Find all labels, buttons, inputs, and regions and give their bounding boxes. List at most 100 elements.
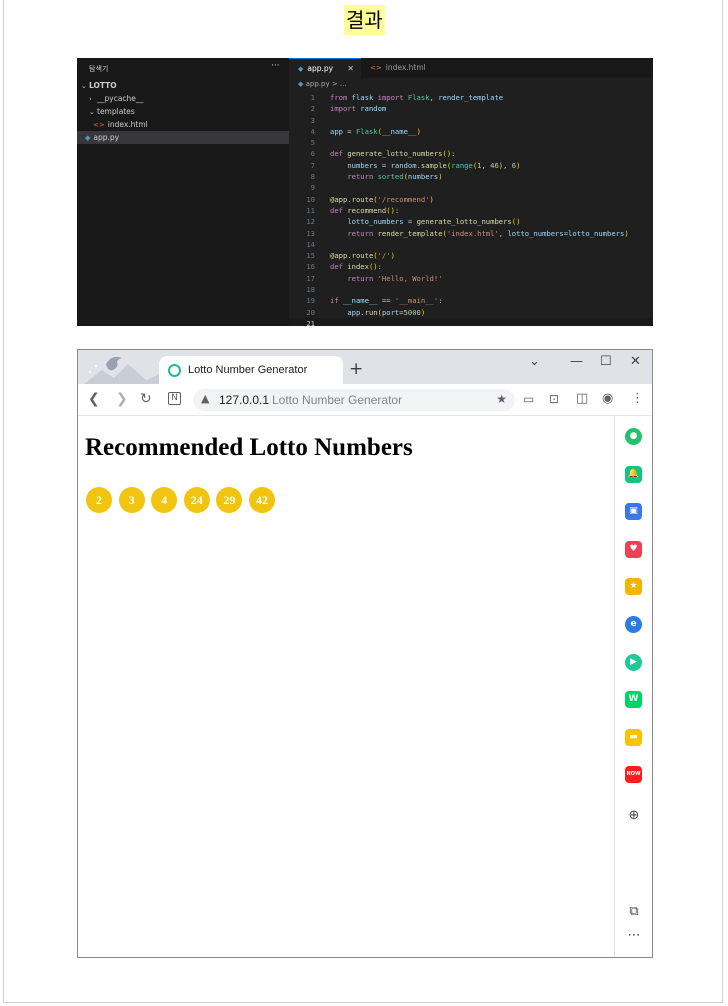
address-bar[interactable]: ▲ 127.0.0.1 Lotto Number Generator ★ <box>193 389 515 411</box>
tab-index-html[interactable]: <> index.html <box>361 58 436 78</box>
play-app-icon[interactable]: ▶ <box>625 653 642 671</box>
line-number: 21 <box>306 318 315 326</box>
code-line[interactable]: 16 def index(): <box>289 261 653 272</box>
tree-item-label: LOTTO <box>89 81 117 90</box>
new-tab-button[interactable]: + <box>349 359 363 379</box>
tree-item[interactable]: › __pycache__ <box>77 92 289 105</box>
bell-app-icon[interactable]: 🔔 <box>625 465 642 483</box>
app-glyph: e <box>630 619 637 629</box>
code-line[interactable]: 13 return render_template('index.html', … <box>289 228 653 239</box>
code-line[interactable]: 11 def recommend(): <box>289 205 653 216</box>
naver-icon[interactable]: N <box>168 392 181 405</box>
app-glyph: NOW <box>626 771 641 778</box>
code-text: numbers = random.sample(range(1, 46), 6) <box>347 160 521 170</box>
minimize-icon[interactable]: — <box>570 354 583 370</box>
page-viewport: Recommended Lotto Numbers 2 3 4 24 29 42 <box>78 416 614 957</box>
code-line[interactable]: 20 app.run(port=5000) <box>289 307 653 318</box>
now-app-icon[interactable]: NOW <box>625 766 642 784</box>
video-icon[interactable]: ▭ <box>523 390 534 408</box>
line-number: 9 <box>310 183 315 193</box>
line-number: 3 <box>310 115 315 125</box>
code-line[interactable]: 21 <box>289 317 653 326</box>
favorite-star-icon[interactable]: ★ <box>496 392 507 406</box>
line-number: 16 <box>306 262 315 272</box>
code-line[interactable]: 5 <box>289 137 653 148</box>
tree-item[interactable]: ⌄ LOTTO <box>77 79 289 92</box>
explorer-more-icon[interactable]: ··· <box>271 61 280 71</box>
star-app-icon[interactable]: ★ <box>625 578 642 596</box>
code-line[interactable]: 7 numbers = random.sample(range(1, 46), … <box>289 160 653 171</box>
explorer-title: 탐색기 <box>89 65 109 73</box>
tab-label: index.html <box>385 63 426 72</box>
webtoon-app-icon[interactable]: W <box>625 691 642 709</box>
code-line[interactable]: 3 <box>289 115 653 126</box>
code-text: def generate_lotto_numbers(): <box>330 149 456 159</box>
tab-list-chevron-icon[interactable]: ⌄ <box>529 354 540 370</box>
line-number: 2 <box>310 104 315 114</box>
close-icon[interactable]: ✕ <box>347 59 354 79</box>
tree-item[interactable]: <> index.html <box>77 118 289 131</box>
code-line[interactable]: 8 return sorted(numbers) <box>289 171 653 182</box>
code-text: import random <box>330 104 387 114</box>
html-file-icon: <> <box>370 64 382 72</box>
briefcase-app-icon[interactable]: ▣ <box>625 503 642 521</box>
code-line[interactable]: 12 lotto_numbers = generate_lotto_number… <box>289 216 653 227</box>
breadcrumb-text: app.py > ... <box>305 80 347 88</box>
tab-label: app.py <box>307 64 334 73</box>
code-text: return 'Hello, World!' <box>347 273 443 283</box>
app-glyph: ● <box>629 431 638 441</box>
page-heading: Recommended Lotto Numbers <box>85 434 413 461</box>
code-line[interactable]: 17 return 'Hello, World!' <box>289 273 653 284</box>
code-line[interactable]: 18 <box>289 284 653 295</box>
bird-theme-icon <box>84 356 160 384</box>
tab-app-py[interactable]: ◆ app.py ✕ <box>289 58 361 78</box>
screenshot-icon[interactable]: ⊡ <box>549 390 559 408</box>
code-line[interactable]: 19 if __name__ == '__main__': <box>289 295 653 306</box>
code-line[interactable]: 15 @app.route('/') <box>289 250 653 261</box>
browser-titlebar: Lotto Number Generator + ⌄ — ☐ ✕ <box>78 350 652 384</box>
add-app-icon[interactable]: ⊕ <box>615 808 652 823</box>
more-icon[interactable]: ⋯ <box>615 928 652 943</box>
back-icon[interactable]: ❮ <box>88 390 100 408</box>
browser-tab[interactable]: Lotto Number Generator <box>159 356 343 384</box>
reload-icon[interactable]: ↻ <box>140 390 152 408</box>
code-line[interactable]: 6 def generate_lotto_numbers(): <box>289 148 653 159</box>
tab-favicon-icon <box>168 364 181 377</box>
menu-dots-icon[interactable]: ⋮ <box>631 390 644 408</box>
external-link-icon[interactable]: ⧉ <box>615 904 652 919</box>
line-number: 15 <box>306 251 315 261</box>
editor-tabbar: ◆ app.py ✕ <> index.html <box>289 58 653 78</box>
tree-item[interactable]: ◆ app.py <box>77 131 289 144</box>
pocket-app-icon[interactable]: ♥ <box>625 540 642 558</box>
code-line[interactable]: 9 <box>289 182 653 193</box>
lotto-ball: 4 <box>151 487 178 513</box>
app-glyph: ★ <box>629 581 638 592</box>
split-view-icon[interactable]: ◫ <box>576 390 588 408</box>
line-number: 11 <box>306 205 315 215</box>
code-editor[interactable]: 1 from flask import Flask, render_templat… <box>289 92 653 326</box>
code-line[interactable]: 4 app = Flask(__name__) <box>289 126 653 137</box>
python-file-icon: ◆ <box>298 80 304 88</box>
maximize-icon[interactable]: ☐ <box>600 354 612 370</box>
tree-item[interactable]: ⌄ templates <box>77 105 289 118</box>
warning-icon[interactable]: ▲ <box>201 392 209 405</box>
profile-icon[interactable]: ◉ <box>602 390 613 408</box>
line-number: 19 <box>306 296 315 306</box>
code-line[interactable]: 2 import random <box>289 103 653 114</box>
line-number: 13 <box>306 228 315 238</box>
breadcrumb[interactable]: ◆ app.py > ... <box>298 80 347 88</box>
lotto-ball: 3 <box>118 487 145 513</box>
code-line[interactable]: 14 <box>289 239 653 250</box>
notes-app-icon[interactable]: ▬ <box>625 728 642 746</box>
close-window-icon[interactable]: ✕ <box>630 354 641 370</box>
tree-item-label: templates <box>97 107 135 116</box>
edge-app-icon[interactable]: e <box>625 616 642 633</box>
line-number: 1 <box>310 93 315 102</box>
circle-app-icon[interactable]: ● <box>625 428 642 445</box>
address-page-title: Lotto Number Generator <box>272 393 403 407</box>
code-line[interactable]: 1 from flask import Flask, render_templat… <box>289 92 653 103</box>
code-text: lotto_numbers = generate_lotto_numbers() <box>347 217 521 227</box>
lotto-ball: 2 <box>86 487 112 513</box>
code-line[interactable]: 10 @app.route('/recommend') <box>289 194 653 205</box>
forward-icon[interactable]: ❯ <box>116 390 128 408</box>
